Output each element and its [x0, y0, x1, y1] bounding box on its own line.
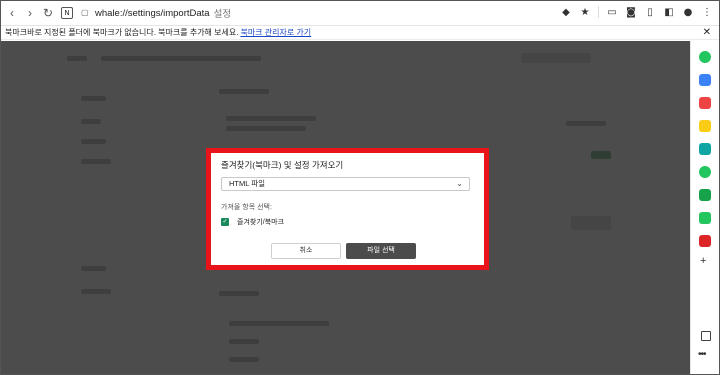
browser-toolbar: ‹ › ↻ N ▢ whale://settings/importData 설정… [1, 1, 719, 26]
blue-green-app-icon[interactable] [699, 143, 711, 155]
right-sidebar: + ••• [690, 41, 719, 374]
highlight-frame [206, 148, 489, 270]
camera-icon[interactable]: ◙ [625, 6, 637, 18]
browser-window: ‹ › ↻ N ▢ whale://settings/importData 설정… [0, 0, 720, 375]
red-app-icon[interactable] [699, 97, 711, 109]
green-square-icon[interactable] [699, 212, 711, 224]
menu-icon[interactable]: ⋮ [701, 6, 713, 18]
bookmark-bar-message: 북마크바로 지정된 폴더에 북마크가 없습니다. 북마크를 추가해 보세요. [5, 28, 239, 37]
forward-icon[interactable]: › [23, 6, 37, 20]
green-circle-icon[interactable] [699, 166, 711, 178]
green-app-icon[interactable] [699, 51, 711, 63]
bookmark-bar: 북마크바로 지정된 폴더에 북마크가 없습니다. 북마크를 추가해 보세요. 북… [1, 26, 719, 40]
profile-icon[interactable]: ● [682, 6, 694, 18]
add-icon[interactable]: + [700, 255, 706, 267]
green-chat-icon[interactable] [699, 189, 711, 201]
more-icon[interactable]: ••• [698, 349, 706, 360]
back-icon[interactable]: ‹ [5, 6, 19, 20]
address-bar[interactable]: ▢ whale://settings/importData 설정 [81, 6, 232, 21]
url-text: whale://settings/importData [95, 7, 210, 19]
page-title-text: 설정 [213, 9, 232, 20]
panel-icon[interactable] [701, 331, 711, 341]
red-app-icon-2[interactable] [699, 235, 711, 247]
page-info-icon[interactable]: ▢ [81, 8, 91, 18]
close-icon[interactable]: ✕ [703, 27, 711, 38]
toolbar-divider [598, 6, 599, 18]
video-icon[interactable]: ▭ [606, 6, 618, 18]
reader-icon[interactable]: ▯ [644, 6, 656, 18]
star-icon[interactable]: ★ [579, 6, 591, 18]
blue-app-icon[interactable] [699, 74, 711, 86]
sidebar-toggle-icon[interactable]: ◧ [663, 6, 675, 18]
yellow-star-icon[interactable] [699, 120, 711, 132]
bookmark-manager-link[interactable]: 북마크 관리자로 가기 [240, 27, 311, 38]
shield-icon[interactable]: ◆ [560, 6, 572, 18]
site-badge-icon[interactable]: N [61, 7, 73, 19]
reload-icon[interactable]: ↻ [41, 6, 55, 20]
